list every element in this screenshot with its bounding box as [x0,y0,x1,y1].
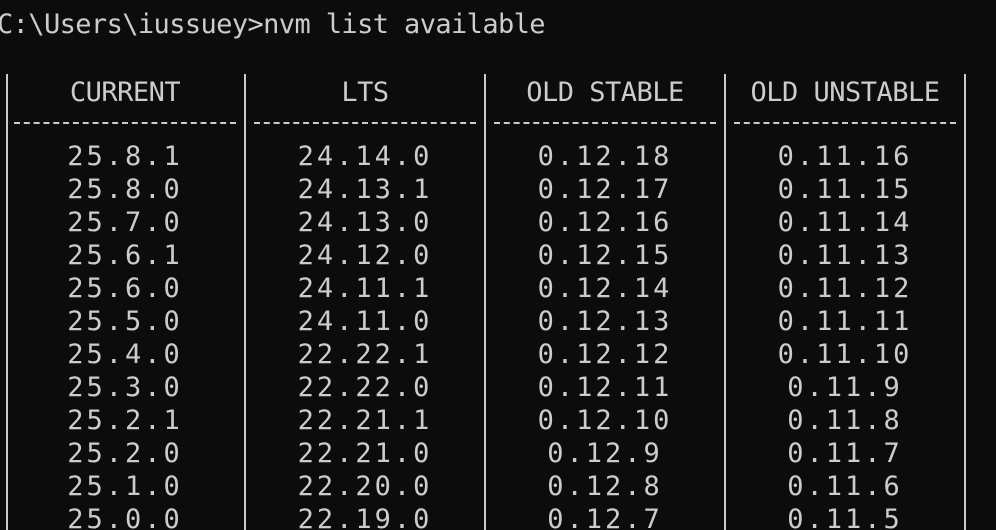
version-cell: 22.21.0 [297,438,433,469]
version-cell: 0.11.11 [777,306,913,337]
version-cell: 25.2.0 [67,438,183,469]
version-cell: 22.19.0 [297,504,433,530]
header-separator [254,122,476,124]
version-cell: 0.12.15 [537,240,673,271]
version-cell: 0.11.12 [777,273,913,304]
version-cell: 0.12.11 [537,372,673,403]
column-header: LTS [341,77,389,108]
header-separator [734,122,956,124]
version-cell: 24.13.0 [297,207,433,238]
version-cell: 22.22.1 [297,339,433,370]
version-cell: 0.12.13 [537,306,673,337]
header-separator [14,122,236,124]
column-header: CURRENT [69,77,181,108]
version-cell: 0.11.16 [777,141,913,172]
version-cell: 25.6.1 [67,240,183,271]
table-border-right [964,74,966,530]
column-old-unstable: OLD UNSTABLE 0.11.16 0.11.15 0.11.14 0.11.1… [726,74,964,530]
version-cell: 0.11.10 [777,339,913,370]
version-cell: 0.12.10 [537,405,673,436]
version-cell: 0.12.9 [547,438,663,469]
version-cell: 24.11.1 [297,273,433,304]
terminal-window[interactable]: C:\Users\iussuey>nvm list available CURR… [0,0,996,530]
command-prompt-line: C:\Users\iussuey>nvm list available [0,9,546,40]
column-lts: LTS 24.14.0 24.13.1 24.13.0 24.12.0 24.11.1 2… [246,74,484,530]
column-values: 24.14.0 24.13.1 24.13.0 24.12.0 24.11.1 24.11… [246,140,484,530]
version-cell: 25.3.0 [67,372,183,403]
version-cell: 0.12.8 [547,471,663,502]
version-cell: 25.2.1 [67,405,183,436]
version-cell: 25.5.0 [67,306,183,337]
version-cell: 22.22.0 [297,372,433,403]
version-cell: 0.11.9 [787,372,903,403]
column-header: OLD STABLE [526,77,684,108]
version-cell: 24.12.0 [297,240,433,271]
version-cell: 0.12.18 [537,141,673,172]
version-cell: 25.6.0 [67,273,183,304]
version-cell: 22.21.1 [297,405,433,436]
version-cell: 0.12.17 [537,174,673,205]
version-cell: 0.11.7 [787,438,903,469]
version-cell: 0.11.5 [787,504,903,530]
version-cell: 0.11.13 [777,240,913,271]
version-cell: 25.8.1 [67,141,183,172]
column-values: 25.8.1 25.8.0 25.7.0 25.6.1 25.6.0 25.5.0 25.4… [6,140,244,530]
version-cell: 0.12.12 [537,339,673,370]
column-values: 0.11.16 0.11.15 0.11.14 0.11.13 0.11.12 0.11.… [726,140,964,530]
version-cell: 25.8.0 [67,174,183,205]
column-values: 0.12.18 0.12.17 0.12.16 0.12.15 0.12.14 0.12.… [486,140,724,530]
version-cell: 24.14.0 [297,141,433,172]
version-cell: 25.0.0 [67,504,183,530]
header-separator [494,122,716,124]
version-cell: 22.20.0 [297,471,433,502]
version-cell: 0.12.14 [537,273,673,304]
version-cell: 24.11.0 [297,306,433,337]
column-current: CURRENT 25.8.1 25.8.0 25.7.0 25.6.1 25.6.0 25… [6,74,244,530]
version-cell: 0.11.6 [787,471,903,502]
column-header: OLD UNSTABLE [750,77,940,108]
column-old-stable: OLD STABLE 0.12.18 0.12.17 0.12.16 0.12.15 0… [486,74,724,530]
version-cell: 0.11.14 [777,207,913,238]
version-cell: 24.13.1 [297,174,433,205]
version-cell: 0.11.8 [787,405,903,436]
version-cell: 25.1.0 [67,471,183,502]
version-cell: 25.4.0 [67,339,183,370]
version-cell: 0.11.15 [777,174,913,205]
version-cell: 0.12.7 [547,504,663,530]
version-cell: 25.7.0 [67,207,183,238]
version-cell: 0.12.16 [537,207,673,238]
